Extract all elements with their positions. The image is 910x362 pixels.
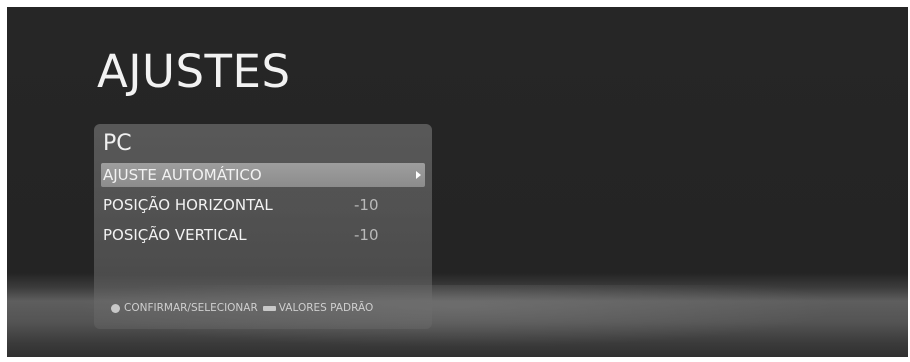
menu-item-label: POSIÇÃO HORIZONTAL (103, 196, 273, 214)
menu-item-ajuste-automatico[interactable]: AJUSTE AUTOMÁTICO (101, 163, 425, 187)
menu-item-posicao-vertical[interactable]: POSIÇÃO VERTICAL -10 (101, 223, 425, 247)
confirm-hint: CONFIRMAR/SELECIONAR (124, 302, 258, 314)
tv-screen: AJUSTES PC AJUSTE AUTOMÁTICO POSIÇÃO HOR… (7, 7, 908, 357)
circle-button-icon (111, 303, 120, 313)
page-title: AJUSTES (97, 45, 291, 98)
settings-panel: PC AJUSTE AUTOMÁTICO POSIÇÃO HORIZONTAL … (94, 124, 432, 329)
defaults-hint: VALORES PADRÃO (278, 302, 374, 314)
rect-button-icon (262, 305, 276, 311)
menu-item-value: -10 (354, 226, 379, 244)
panel-title: PC (103, 131, 132, 156)
page: AJUSTES PC AJUSTE AUTOMÁTICO POSIÇÃO HOR… (0, 0, 910, 362)
button-hint-bar: CONFIRMAR/SELECIONAR VALORES PADRÃO (111, 302, 373, 314)
menu-item-posicao-horizontal[interactable]: POSIÇÃO HORIZONTAL -10 (101, 193, 425, 217)
arrow-right-icon (416, 171, 421, 179)
menu-item-label: AJUSTE AUTOMÁTICO (103, 166, 262, 184)
menu-item-label: POSIÇÃO VERTICAL (103, 226, 247, 244)
menu-item-value: -10 (354, 196, 379, 214)
